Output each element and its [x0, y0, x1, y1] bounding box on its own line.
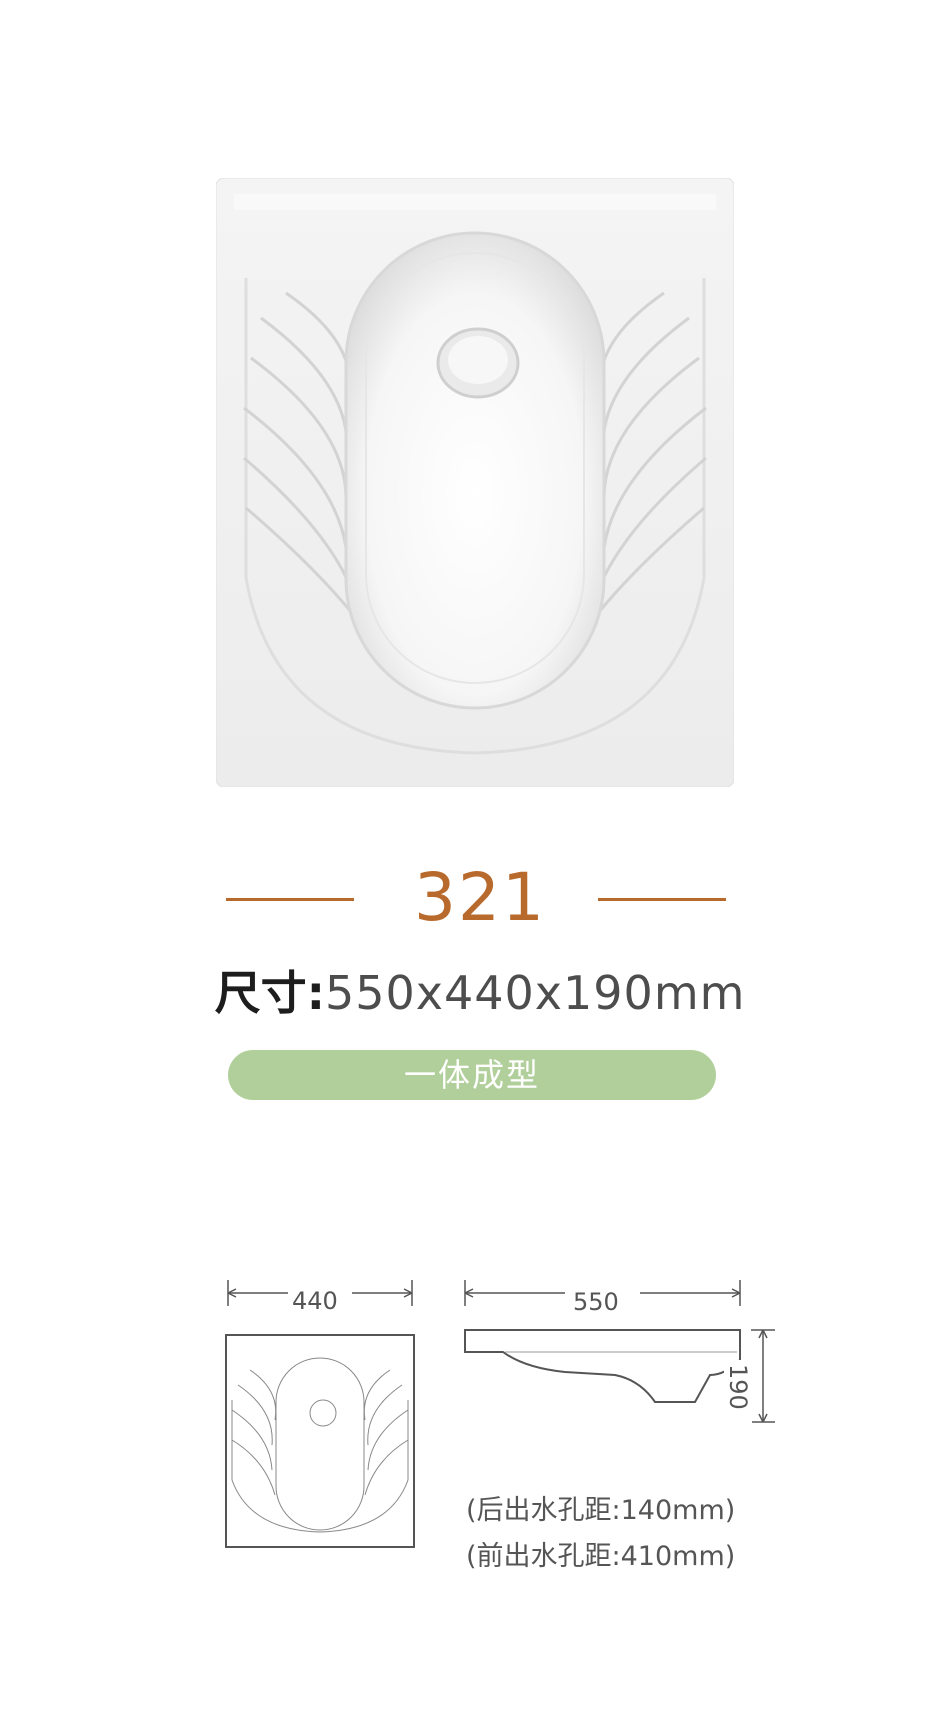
squat-toilet-photo — [216, 178, 734, 787]
rear-outlet-note: (后出水孔距:140mm) — [466, 1495, 736, 1526]
length-dimension: 550 — [569, 1288, 623, 1316]
model-number: 321 — [414, 859, 546, 936]
feature-text: 一体成型 — [403, 1056, 540, 1094]
feature-badge: 一体成型 — [228, 1050, 716, 1100]
height-dimension: 190 — [724, 1360, 752, 1428]
decorative-rule-left — [226, 898, 354, 901]
width-dimension: 440 — [288, 1287, 342, 1315]
decorative-rule-right — [598, 898, 726, 901]
size-label: 尺寸: — [214, 966, 325, 1020]
top-view-drawing — [225, 1280, 415, 1548]
size-value: 550x440x190mm — [324, 966, 746, 1020]
front-outlet-note: (前出水孔距:410mm) — [466, 1541, 736, 1572]
size-line: 尺寸:550x440x190mm — [160, 965, 800, 1021]
